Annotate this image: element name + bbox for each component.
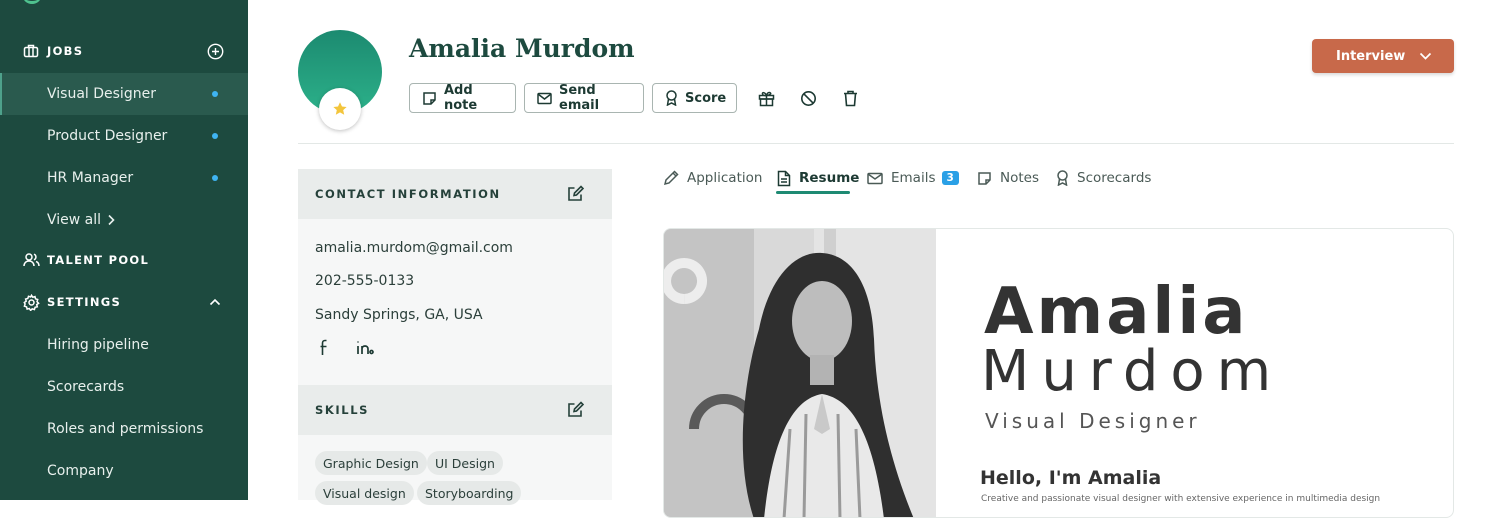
sidebar-item-roles-permissions[interactable]: Roles and permissions xyxy=(0,408,248,450)
sidebar-view-all[interactable]: View all xyxy=(0,199,248,241)
sidebar-item-label: Product Designer xyxy=(47,128,168,144)
block-icon[interactable] xyxy=(798,88,818,108)
briefcase-icon xyxy=(22,42,40,60)
resume-intro: Creative and passionate visual designer … xyxy=(981,494,1381,504)
tab-label: Resume xyxy=(799,170,860,186)
tab-emails[interactable]: Emails 3 xyxy=(867,166,959,190)
tab-notes[interactable]: Notes xyxy=(977,166,1039,190)
award-icon xyxy=(1056,170,1077,186)
contact-email[interactable]: amalia.murdom@gmail.com xyxy=(315,240,513,256)
tab-label: Emails xyxy=(891,170,936,186)
sidebar-item-label: Scorecards xyxy=(47,379,125,395)
facebook-icon[interactable] xyxy=(315,338,333,356)
sidebar-item-hiring-pipeline[interactable]: Hiring pipeline xyxy=(0,324,248,366)
contact-location: Sandy Springs, GA, USA xyxy=(315,307,483,323)
envelope-icon xyxy=(867,172,891,185)
chevron-up-icon[interactable] xyxy=(206,293,224,311)
sidebar-section-label: JOBS xyxy=(47,44,84,58)
people-icon xyxy=(22,251,40,269)
resume-role: Visual Designer xyxy=(985,409,1201,433)
status-dot xyxy=(212,175,218,181)
skills-header: SKILLS xyxy=(298,385,612,435)
sidebar-item-label: HR Manager xyxy=(47,170,134,186)
skill-chip: Visual design xyxy=(315,481,414,505)
tab-label: Scorecards xyxy=(1077,170,1152,186)
sidebar-item-label: Roles and permissions xyxy=(47,421,204,437)
gear-icon xyxy=(22,293,40,311)
resume-first-name: Amalia xyxy=(984,275,1249,349)
button-label: Add note xyxy=(444,83,478,113)
add-note-button[interactable]: Add note xyxy=(409,83,516,113)
sidebar-item-scorecards[interactable]: Scorecards xyxy=(0,366,248,408)
status-dot xyxy=(212,91,218,97)
score-button[interactable]: Score xyxy=(652,83,737,113)
resume-document: Amalia Murdom Visual Designer Hello, I'm… xyxy=(663,228,1454,518)
header-divider xyxy=(298,143,1454,144)
edit-icon[interactable] xyxy=(567,401,584,418)
sidebar-section-jobs[interactable]: JOBS xyxy=(0,31,248,71)
trash-icon[interactable] xyxy=(840,88,860,108)
contact-phone: 202-555-0133 xyxy=(315,273,415,289)
document-icon xyxy=(777,170,799,187)
button-label: Score xyxy=(685,90,727,106)
chevron-right-icon xyxy=(107,214,115,226)
linkedin-icon[interactable] xyxy=(356,338,374,356)
candidate-name: Amalia Murdom xyxy=(409,34,635,63)
sidebar-section-settings[interactable]: SETTINGS xyxy=(0,282,248,322)
sidebar-item-label: Hiring pipeline xyxy=(47,337,149,353)
edit-icon[interactable] xyxy=(567,185,584,202)
tab-application[interactable]: Application xyxy=(663,166,762,190)
send-email-button[interactable]: Send email xyxy=(524,83,644,113)
add-job-icon[interactable] xyxy=(206,42,224,60)
sidebar-item-product-designer[interactable]: Product Designer xyxy=(0,115,248,157)
tab-label: Application xyxy=(687,170,763,186)
skill-chip: UI Design xyxy=(427,451,503,475)
sidebar-section-talent-pool[interactable]: TALENT POOL xyxy=(0,240,248,280)
award-icon xyxy=(665,90,685,106)
tab-resume[interactable]: Resume xyxy=(777,166,859,190)
sidebar-item-visual-designer[interactable]: Visual Designer xyxy=(0,73,248,115)
section-heading: SKILLS xyxy=(315,403,370,417)
email-count-badge: 3 xyxy=(941,171,959,185)
view-all-label: View all xyxy=(47,212,102,228)
resume-greeting: Hello, I'm Amalia xyxy=(980,467,1162,489)
sidebar-item-hr-manager[interactable]: HR Manager xyxy=(0,157,248,199)
button-label: Send email xyxy=(559,83,600,113)
sidebar-section-label: SETTINGS xyxy=(47,295,122,309)
sidebar: JOBS Visual Designer Product Designer HR… xyxy=(0,0,248,500)
status-dot xyxy=(212,133,218,139)
sidebar-section-label: TALENT POOL xyxy=(47,253,150,267)
note-icon xyxy=(422,91,444,106)
envelope-icon xyxy=(537,92,559,105)
note-icon xyxy=(977,171,1000,186)
pencil-icon xyxy=(663,170,687,186)
active-tab-indicator xyxy=(776,191,850,194)
stage-label: Interview xyxy=(1336,48,1406,64)
skill-chip: Graphic Design xyxy=(315,451,427,475)
sidebar-item-label: Visual Designer xyxy=(47,86,156,102)
resume-last-name: Murdom xyxy=(981,339,1284,404)
tab-label: Notes xyxy=(1000,170,1039,186)
contact-information-header: CONTACT INFORMATION xyxy=(298,169,612,219)
chevron-down-icon xyxy=(1405,52,1432,60)
interview-stage-dropdown[interactable]: Interview xyxy=(1312,39,1454,73)
section-heading: CONTACT INFORMATION xyxy=(315,187,501,201)
candidate-photo xyxy=(664,229,936,517)
sidebar-item-label: Company xyxy=(47,463,114,479)
logo-icon xyxy=(22,0,42,4)
favorite-star-button[interactable] xyxy=(319,88,361,130)
gift-icon[interactable] xyxy=(756,88,776,108)
sidebar-item-company[interactable]: Company xyxy=(0,450,248,492)
skill-chip: Storyboarding xyxy=(417,481,522,505)
tab-scorecards[interactable]: Scorecards xyxy=(1056,166,1151,190)
star-icon xyxy=(332,101,348,117)
